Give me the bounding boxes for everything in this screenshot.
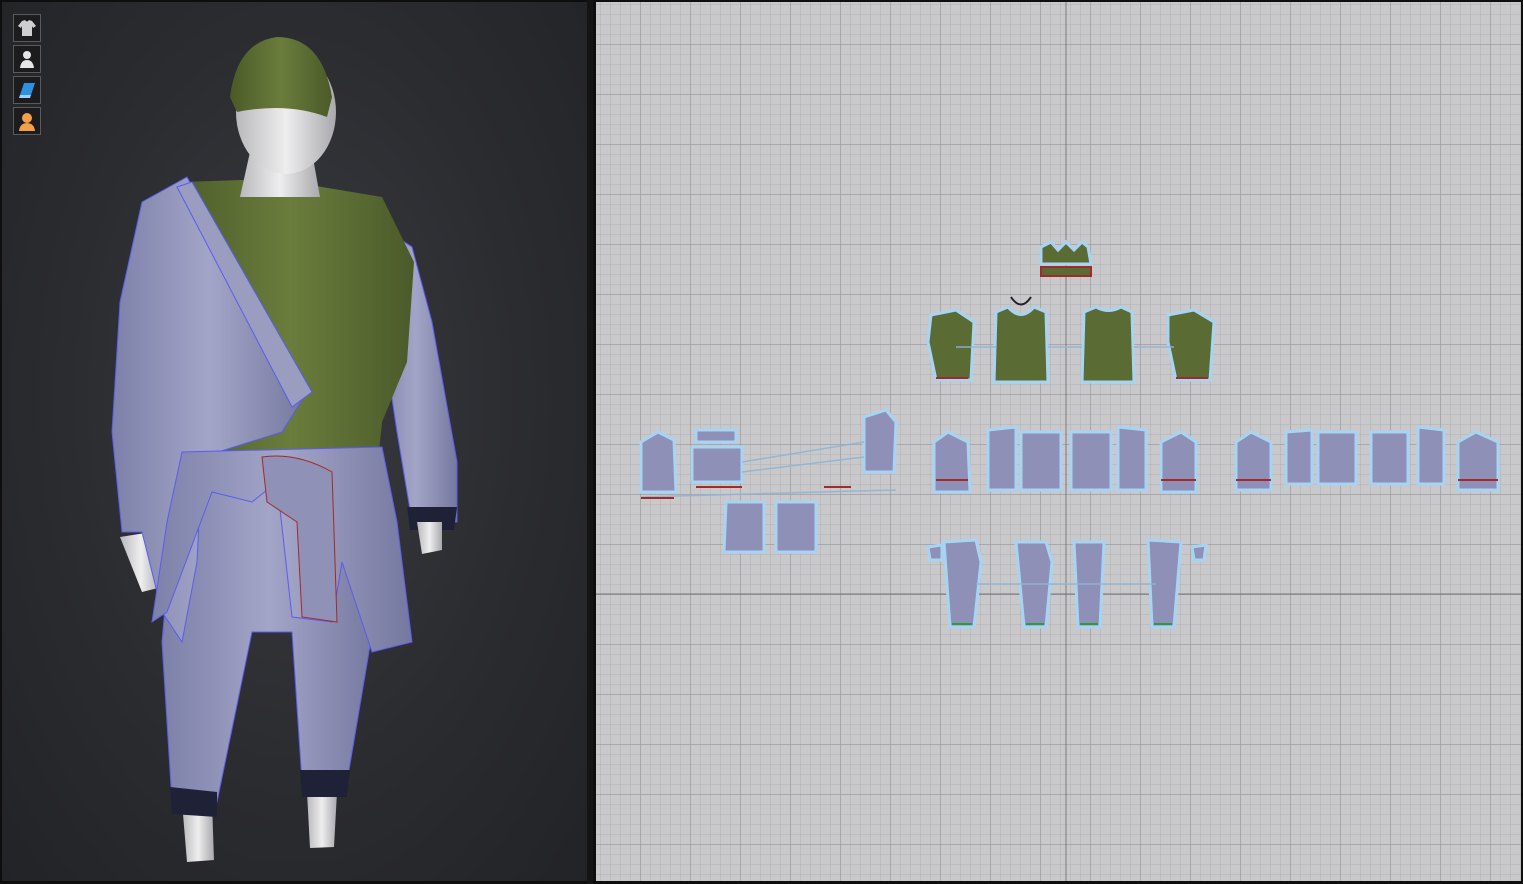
texture-view-icon[interactable] xyxy=(13,76,41,104)
2d-pattern-viewport[interactable] xyxy=(596,2,1521,881)
left-cuff xyxy=(170,787,217,817)
jacket-back xyxy=(690,445,744,484)
avatar-garment-render[interactable] xyxy=(2,2,587,881)
beanie-crown-piece xyxy=(1039,239,1093,266)
3d-viewport[interactable] xyxy=(2,2,587,881)
center-back-right xyxy=(1116,425,1148,492)
shirt-back xyxy=(1080,305,1136,384)
right-sleeve-a xyxy=(1234,430,1273,492)
hoodie-pattern-pieces-center[interactable] xyxy=(932,425,1198,494)
right-panel-2 xyxy=(1316,430,1358,486)
center-sleeve-left xyxy=(932,430,972,494)
right-panel-4 xyxy=(1416,425,1446,486)
right-cuff xyxy=(300,770,350,797)
avatar-skin-icon[interactable] xyxy=(13,107,41,135)
viewport-toolbar xyxy=(13,14,41,138)
beanie-band-piece xyxy=(1040,266,1092,277)
right-hand xyxy=(417,522,442,554)
center-front-left xyxy=(986,425,1018,492)
shirt-left-sleeve xyxy=(926,308,976,382)
right-panel-1 xyxy=(1284,428,1314,486)
jacket-pattern-pieces-left[interactable] xyxy=(639,408,898,554)
shirt-right-sleeve xyxy=(1166,308,1216,382)
right-panel-3 xyxy=(1369,430,1410,486)
avatar-visibility-icon[interactable] xyxy=(13,45,41,73)
center-panel-1 xyxy=(1019,430,1063,492)
shirt-pattern-pieces[interactable] xyxy=(926,305,1216,384)
beanie-pattern-pieces[interactable] xyxy=(1039,239,1093,277)
jacket-front-right xyxy=(774,500,818,554)
jacket-front-left xyxy=(722,500,766,554)
center-sleeve-right xyxy=(1159,430,1198,494)
pants-pocket-left xyxy=(926,543,944,562)
right-sleeve-b xyxy=(1456,430,1500,492)
pattern-canvas[interactable] xyxy=(596,2,1521,881)
right-foot xyxy=(307,792,337,848)
garment-visibility-icon[interactable] xyxy=(13,14,41,42)
pants-left-front xyxy=(942,538,983,629)
shirt-neck-binding xyxy=(1010,296,1032,306)
jacket-back-yoke xyxy=(694,428,738,444)
jacket-sleeve-a xyxy=(639,430,678,494)
jacket-sleeve-b xyxy=(862,408,898,474)
beanie xyxy=(230,37,332,117)
pants-pocket-right xyxy=(1190,543,1208,562)
shirt-front xyxy=(992,305,1050,384)
center-panel-2 xyxy=(1069,430,1113,492)
viewport-divider[interactable] xyxy=(587,0,593,884)
